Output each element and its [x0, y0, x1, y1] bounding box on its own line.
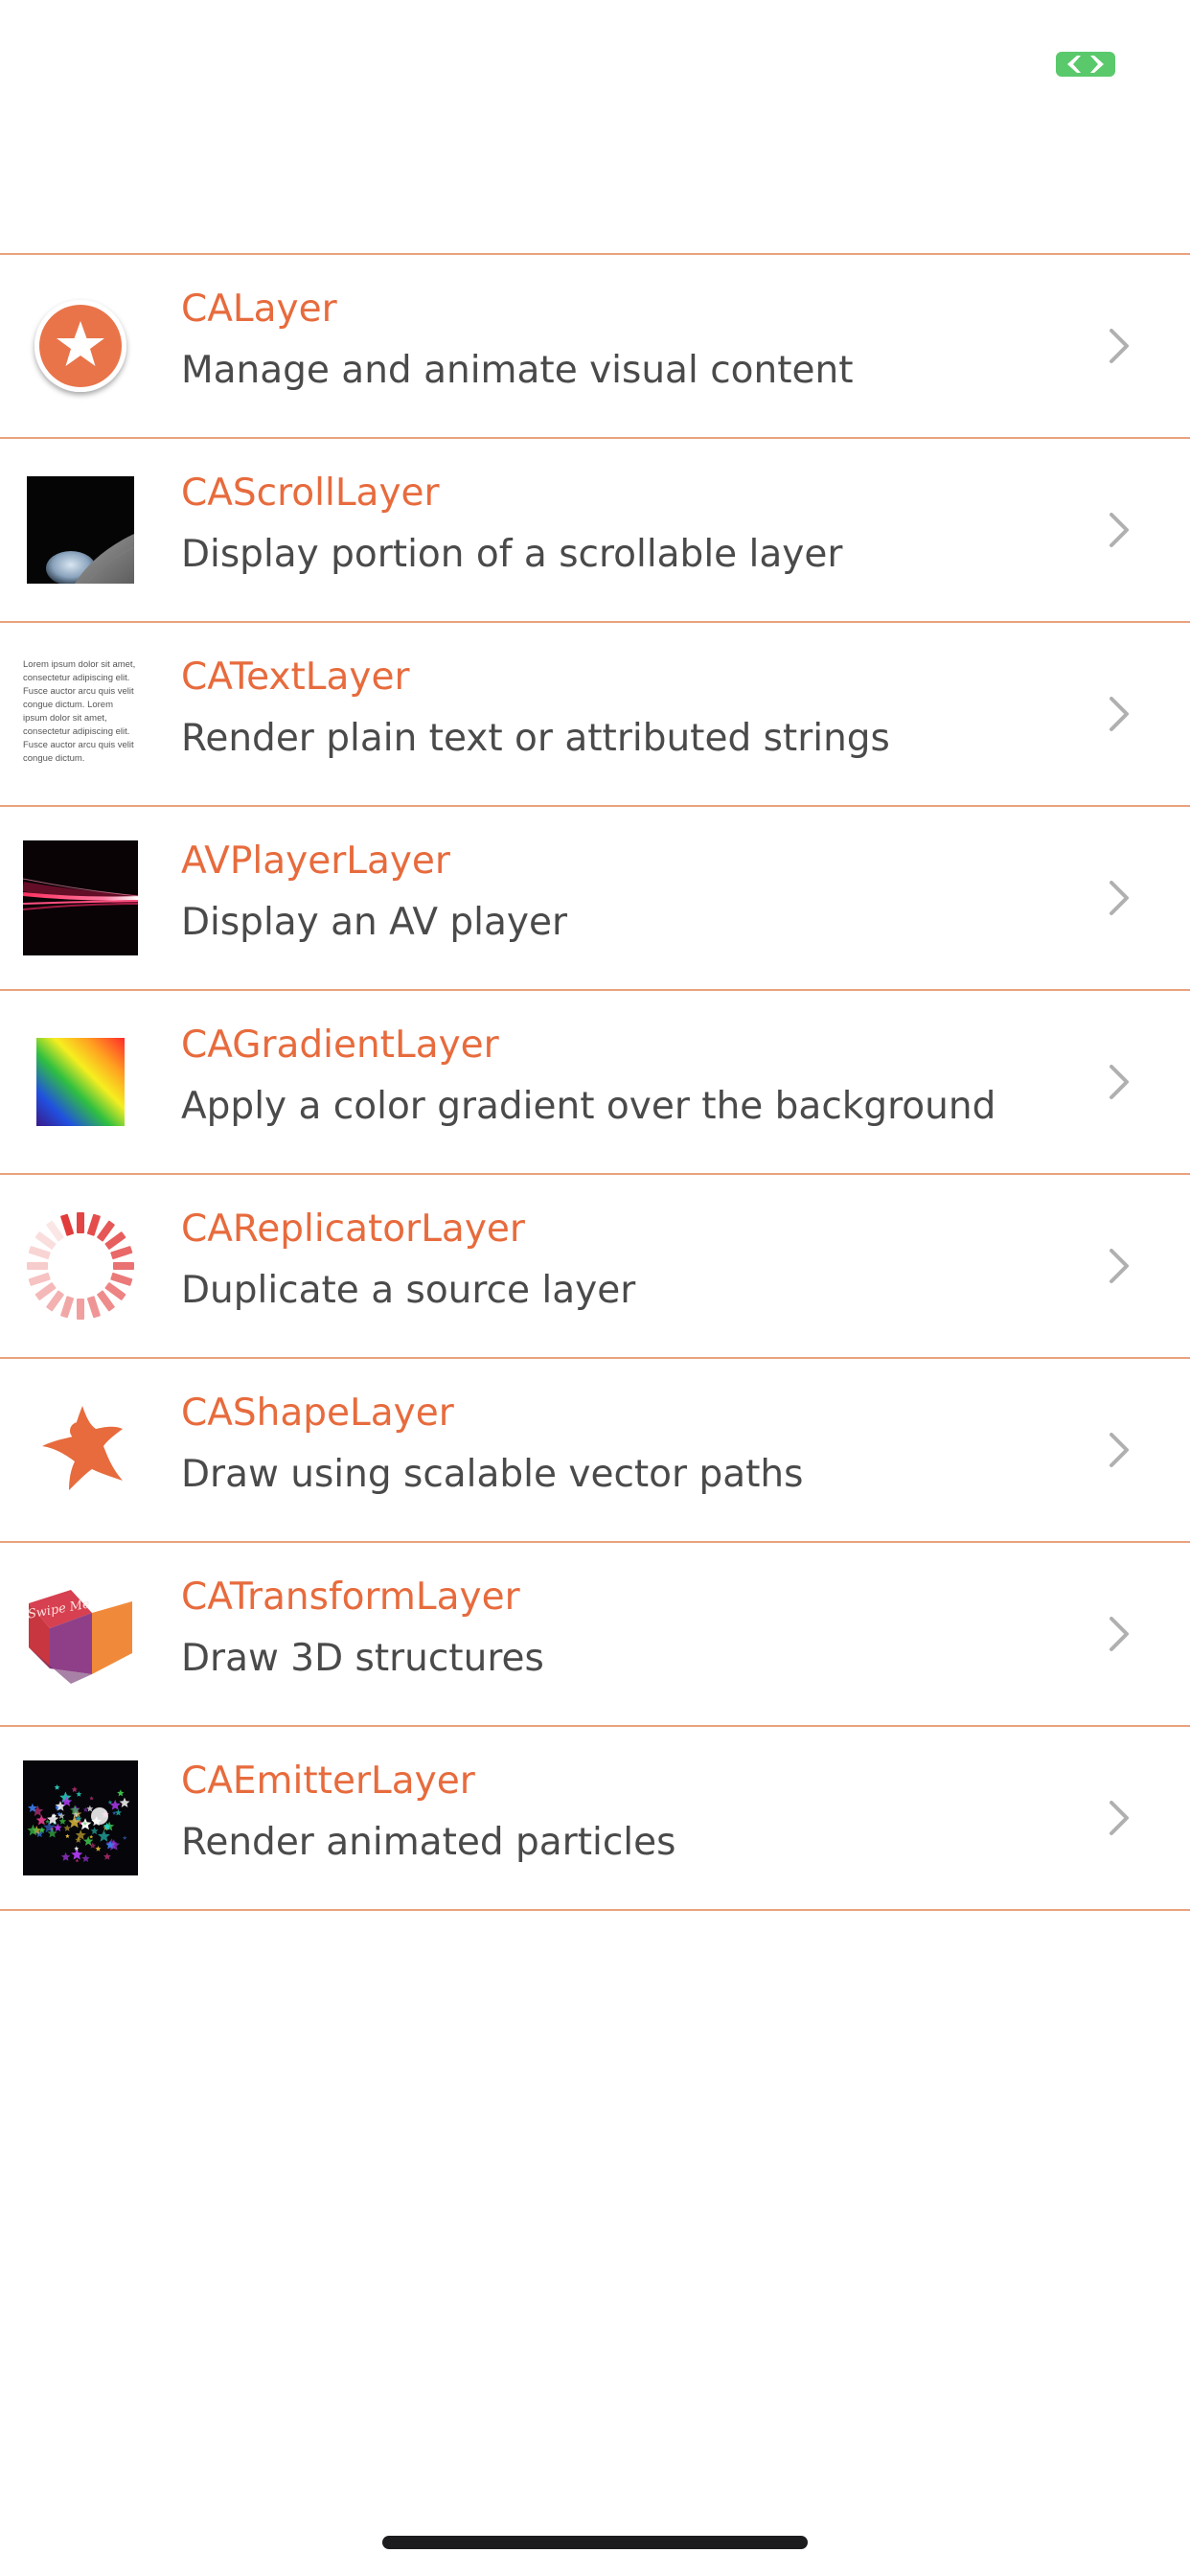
battery-icon	[1056, 52, 1115, 77]
row-title: CALayer	[181, 288, 337, 331]
chevron-right-icon	[1110, 1433, 1129, 1467]
list-item-cascrolllayer[interactable]: CAScrollLayer Display portion of a scrol…	[0, 439, 1190, 623]
row-title: CAScrollLayer	[181, 472, 440, 515]
row-subtitle: Display portion of a scrollable layer	[181, 533, 843, 576]
row-title: CATransformLayer	[181, 1576, 520, 1619]
lorem-text-icon: Lorem ipsum dolor sit amet, consectetur …	[23, 656, 138, 771]
chevron-right-icon	[1110, 513, 1129, 547]
star-badge-icon	[23, 288, 138, 403]
spinner-segment	[60, 1213, 75, 1236]
row-title: CAGradientLayer	[181, 1024, 499, 1067]
spinner-segment	[60, 1296, 75, 1319]
spinner-segment	[77, 1299, 84, 1320]
list-item-cagradientlayer[interactable]: CAGradientLayer Apply a color gradient o…	[0, 991, 1190, 1175]
spinner-segment	[113, 1262, 134, 1270]
spinner-segment	[86, 1213, 101, 1236]
list-item-avplayerlayer[interactable]: AVPlayerLayer Display an AV player	[0, 807, 1190, 991]
row-subtitle: Manage and animate visual content	[181, 349, 854, 392]
row-subtitle: Apply a color gradient over the backgrou…	[181, 1085, 996, 1128]
chevron-right-icon	[1110, 697, 1129, 731]
row-subtitle: Draw using scalable vector paths	[181, 1453, 804, 1496]
particles-icon	[23, 1760, 138, 1875]
cube-icon: Swipe Me	[23, 1576, 138, 1691]
row-subtitle: Render plain text or attributed strings	[181, 717, 890, 760]
row-subtitle: Draw 3D structures	[181, 1637, 544, 1680]
row-title: CAShapeLayer	[181, 1392, 454, 1435]
spinner-segment	[110, 1246, 133, 1260]
list-item-caemitterlayer[interactable]: CAEmitterLayer Render animated particles	[0, 1727, 1190, 1911]
spinner-segment	[86, 1296, 101, 1319]
row-title: CAEmitterLayer	[181, 1760, 475, 1803]
row-title: CATextLayer	[181, 656, 410, 699]
spinner-segment	[28, 1246, 51, 1260]
replicator-spinner-icon	[23, 1208, 138, 1323]
home-indicator[interactable]	[382, 2536, 808, 2549]
chevron-right-icon	[1110, 1617, 1129, 1651]
video-streak-icon	[23, 840, 138, 955]
spinner-segment	[28, 1272, 51, 1286]
row-subtitle: Render animated particles	[181, 1821, 676, 1864]
spinner-segment	[27, 1262, 48, 1270]
spinner-segment	[110, 1272, 133, 1286]
spinner-segment	[77, 1212, 84, 1233]
list-item-catransformlayer[interactable]: Swipe Me CATransformLayer Draw 3D struct…	[0, 1543, 1190, 1727]
emitter-glow	[91, 1807, 108, 1825]
list-item-cashapelayer[interactable]: CAShapeLayer Draw using scalable vector …	[0, 1359, 1190, 1543]
chevron-right-icon	[1110, 1065, 1129, 1099]
row-subtitle: Duplicate a source layer	[181, 1269, 636, 1312]
row-subtitle: Display an AV player	[181, 901, 568, 944]
thumbnail-text: Lorem ipsum dolor sit amet, consectetur …	[23, 659, 136, 764]
row-title: CAReplicatorLayer	[181, 1208, 525, 1251]
chevron-right-icon	[1110, 329, 1129, 363]
gradient-square-icon	[23, 1024, 138, 1139]
list-item-careplicatorlayer[interactable]: CAReplicatorLayer Duplicate a source lay…	[0, 1175, 1190, 1359]
moon-photo-icon	[23, 472, 138, 587]
list-item-catextlayer[interactable]: Lorem ipsum dolor sit amet, consectetur …	[0, 623, 1190, 807]
chevron-right-icon	[1110, 1249, 1129, 1283]
row-title: AVPlayerLayer	[181, 840, 450, 883]
layer-list: CALayer Manage and animate visual conten…	[0, 253, 1190, 1911]
chevron-right-icon	[1110, 881, 1129, 915]
chevron-right-icon	[1110, 1801, 1129, 1835]
list-item-calayer[interactable]: CALayer Manage and animate visual conten…	[0, 255, 1190, 439]
shape-star-icon	[23, 1392, 138, 1507]
